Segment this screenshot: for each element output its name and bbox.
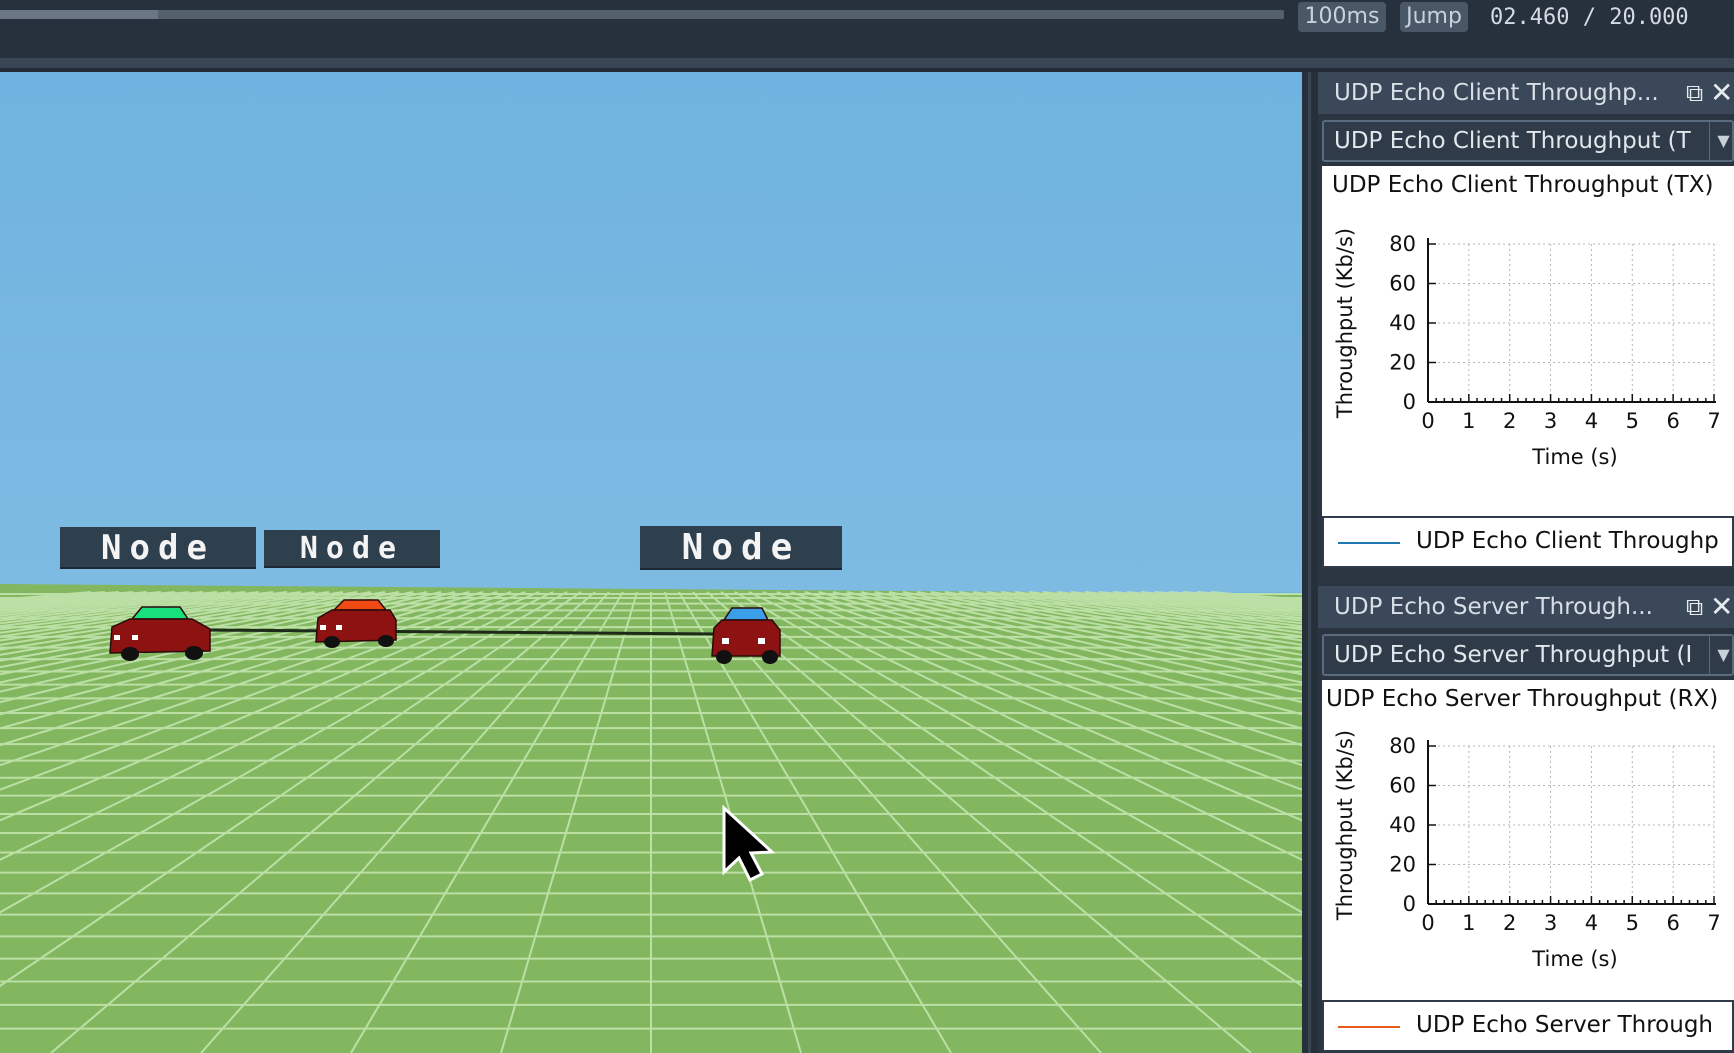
headlight [758,638,765,644]
headlight [336,625,342,630]
jump-button[interactable]: Jump [1400,2,1468,32]
sky [0,72,1302,592]
x-tick-label: 0 [1421,409,1434,433]
car-roof [130,606,190,620]
x-tick-label: 7 [1707,911,1720,935]
undock-icon[interactable]: ⧉ [1686,72,1703,114]
y-tick-label: 20 [1389,351,1416,375]
chart-svg: 0 1 2 3 4 5 6 7 0 20 40 60 80 Time (s) Throughput (Kb/… [1333,730,1721,971]
x-tick-label: 4 [1585,409,1598,433]
y-tick-label: 20 [1389,853,1416,877]
car-roof [722,607,770,621]
x-tick-label: 5 [1626,911,1639,935]
dock-splitter[interactable] [1302,72,1318,1053]
legend-swatch [1338,1026,1400,1028]
chevron-down-icon[interactable]: ▼ [1709,636,1732,674]
x-tick-label: 3 [1544,409,1557,433]
series-select[interactable]: UDP Echo Client Throughput (T ▼ [1322,120,1734,162]
panel-title: UDP Echo Server Through... [1334,594,1653,620]
y-axis-label: Throughput (Kb/s) [1333,730,1357,921]
speed-button[interactable]: 100ms [1298,2,1386,32]
panel-title-bar[interactable]: UDP Echo Client Throughp... ⧉ ✕ [1318,72,1734,114]
legend-swatch [1338,542,1400,544]
node-label: Node [640,526,842,570]
timeline-progress [0,10,158,19]
x-tick-label: 0 [1421,911,1434,935]
chevron-down-icon[interactable]: ▼ [1709,122,1732,160]
wheel [378,635,394,647]
time-readout: 02.460 / 20.000 [1490,5,1689,30]
chart-area: UDP Echo Client Throughput (TX) 0 1 2 3 4 5 6 7… [1322,166,1734,516]
panel-title-bar[interactable]: UDP Echo Server Through... ⧉ ✕ [1318,586,1734,628]
chart-legend: UDP Echo Client Throughp [1322,516,1734,568]
legend-label: UDP Echo Server Through [1416,1012,1714,1038]
wheel [121,647,139,661]
x-tick-label: 1 [1462,911,1475,935]
close-icon[interactable]: ✕ [1710,72,1733,114]
x-tick-label: 1 [1462,409,1475,433]
x-tick-label: 2 [1503,911,1516,935]
timeline-slider[interactable] [0,10,1284,19]
y-tick-label: 40 [1389,813,1416,837]
y-tick-label: 0 [1403,892,1416,916]
series-select-value: UDP Echo Server Throughput (I [1334,642,1693,668]
undock-icon[interactable]: ⧉ [1686,586,1703,628]
x-tick-label: 7 [1707,409,1720,433]
chart-svg: 0 1 2 3 4 5 6 7 0 20 40 60 80 Time (s) Throughput (Kb/… [1333,228,1721,469]
x-axis-label: Time (s) [1531,445,1617,469]
x-tick-label: 6 [1666,409,1679,433]
chart-legend: UDP Echo Server Through [1322,1000,1734,1052]
headlight [320,625,326,630]
scene-viewport[interactable]: Node Node Node [0,72,1302,1053]
series-select[interactable]: UDP Echo Server Throughput (I ▼ [1322,634,1734,676]
legend-label: UDP Echo Client Throughp [1416,528,1719,554]
x-tick-label: 5 [1626,409,1639,433]
headlight [114,635,120,640]
y-tick-label: 40 [1389,311,1416,335]
y-tick-label: 60 [1389,774,1416,798]
headlight [722,638,729,644]
chart-title: UDP Echo Server Throughput (RX) [1326,686,1719,712]
x-tick-label: 4 [1585,911,1598,935]
series-select-value: UDP Echo Client Throughput (T [1334,128,1691,154]
node-label: Node [60,527,256,569]
x-tick-label: 2 [1503,409,1516,433]
toolbar-divider [0,58,1734,68]
wheel [762,650,778,664]
wheel [716,650,732,664]
plot-dock: UDP Echo Client Throughp... ⧉ ✕ UDP Echo… [1318,72,1734,1053]
chart-title: UDP Echo Client Throughput (TX) [1332,172,1714,198]
client-throughput-panel: UDP Echo Client Throughp... ⧉ ✕ UDP Echo… [1318,72,1734,572]
server-throughput-panel: UDP Echo Server Through... ⧉ ✕ UDP Echo … [1318,586,1734,1053]
y-axis-label: Throughput (Kb/s) [1333,228,1357,419]
y-tick-label: 0 [1403,390,1416,414]
close-icon[interactable]: ✕ [1710,586,1733,628]
chart-area: UDP Echo Server Throughput (RX) 0 1 2 3 4 5 6 7… [1322,680,1734,1000]
headlight [132,635,138,640]
panel-title: UDP Echo Client Throughp... [1334,80,1659,106]
x-tick-label: 3 [1544,911,1557,935]
wheel [324,636,340,648]
y-tick-label: 80 [1389,734,1416,758]
x-tick-label: 6 [1666,911,1679,935]
y-tick-label: 80 [1389,232,1416,256]
car-roof [332,599,388,611]
node-label: Node [264,530,440,568]
y-tick-label: 60 [1389,272,1416,296]
playback-toolbar: 100ms Jump 02.460 / 20.000 [0,0,1734,62]
x-axis-label: Time (s) [1531,947,1617,971]
wheel [185,646,203,660]
